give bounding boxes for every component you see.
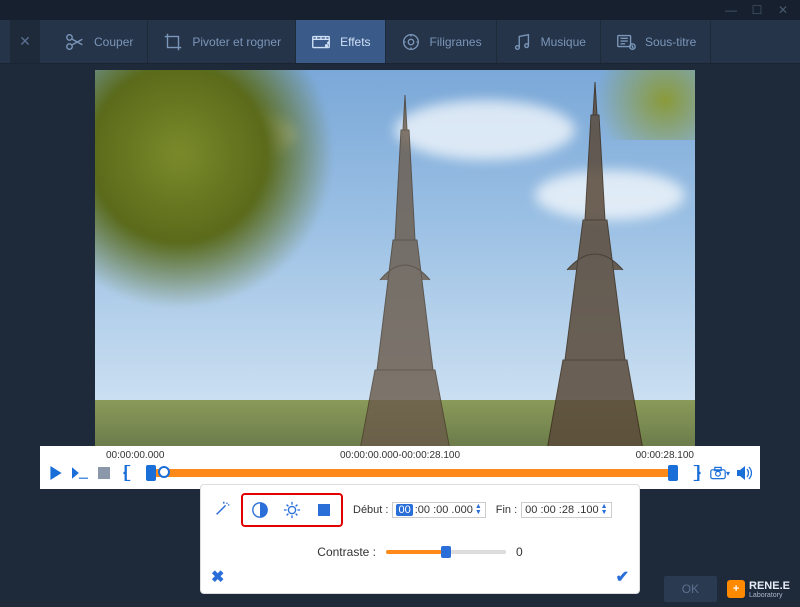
tab-soustitre[interactable]: Sous-titre (601, 20, 711, 63)
footer: OK + RENE.E Laboratory (664, 571, 800, 607)
debut-spinner[interactable]: ▲▼ (475, 504, 482, 516)
debut-hours: 00 (396, 504, 412, 516)
bracket-left-button[interactable] (118, 463, 138, 483)
fin-spinner[interactable]: ▲▼ (601, 504, 608, 516)
video-preview (95, 70, 695, 450)
sun-icon (283, 501, 301, 519)
square-icon (316, 502, 332, 518)
plus-icon: + (727, 580, 745, 598)
tab-effets[interactable]: Effets (296, 20, 385, 63)
bracket-right-button[interactable] (686, 463, 706, 483)
titlebar: — ☐ ✕ (0, 0, 800, 20)
contrast-value: 0 (516, 545, 523, 559)
brand-subtitle: Laboratory (749, 592, 790, 599)
skip-icon (72, 466, 88, 480)
rotate-crop-icon (162, 31, 184, 53)
brightness-mode-button[interactable] (281, 499, 303, 521)
slider-thumb[interactable] (441, 546, 451, 558)
tab-couper[interactable]: Couper (50, 20, 148, 63)
fin-label: Fin : (496, 504, 517, 516)
timeline-start-label: 00:00:00.000 (106, 450, 164, 461)
brand-logo: + RENE.E Laboratory (727, 580, 790, 599)
bracket-right-icon (691, 465, 701, 481)
timeline-end-label: 00:00:28.100 (636, 450, 694, 461)
timeline-track[interactable] (148, 469, 676, 477)
play-icon (49, 466, 63, 480)
tab-label: Couper (94, 35, 133, 49)
music-icon (511, 31, 533, 53)
close-window-button[interactable]: ✕ (772, 3, 794, 17)
timeline: 00:00:00.000 00:00:00.000-00:00:28.100 0… (40, 446, 760, 489)
snapshot-button[interactable]: ▾ (710, 463, 730, 483)
scissors-icon (64, 31, 86, 53)
stop-icon (98, 467, 110, 479)
tab-pivoter[interactable]: Pivoter et rogner (148, 20, 296, 63)
contrast-slider[interactable] (386, 550, 506, 554)
tab-label: Pivoter et rogner (192, 35, 281, 49)
panel-close-button[interactable]: ✕ (10, 20, 40, 63)
skip-button[interactable] (70, 463, 90, 483)
tab-label: Filigranes (430, 35, 482, 49)
brand-name: RENE.E (749, 580, 790, 592)
contrast-mode-button[interactable] (249, 499, 271, 521)
tab-filigranes[interactable]: Filigranes (386, 20, 497, 63)
camera-icon (710, 465, 726, 481)
tab-musique[interactable]: Musique (497, 20, 601, 63)
contrast-label: Contraste : (317, 545, 376, 559)
effect-mode-group (241, 493, 343, 527)
effects-icon (310, 31, 332, 53)
subtitle-icon (615, 31, 637, 53)
playhead[interactable] (158, 466, 170, 478)
ok-button[interactable]: OK (664, 576, 717, 602)
preview-content-icon (325, 90, 485, 450)
contrast-icon (251, 501, 269, 519)
main-toolbar: ✕ Couper Pivoter et rogner Effets Filigr… (0, 20, 800, 64)
debut-input[interactable]: 00:00 :00 .000 ▲▼ (392, 502, 485, 518)
magic-wand-button[interactable] (213, 500, 231, 521)
tab-label: Musique (541, 35, 586, 49)
crop-mode-button[interactable] (313, 499, 335, 521)
stop-button[interactable] (94, 463, 114, 483)
wand-icon (213, 500, 231, 518)
fin-input[interactable]: 00 :00 :28 .100 ▲▼ (521, 502, 611, 518)
cancel-button[interactable]: ✖ (211, 567, 224, 587)
tab-label: Effets (340, 35, 370, 49)
watermark-icon (400, 31, 422, 53)
confirm-button[interactable]: ✔ (616, 567, 629, 587)
play-button[interactable] (46, 463, 66, 483)
speaker-icon (736, 466, 752, 480)
tab-label: Sous-titre (645, 35, 696, 49)
timeline-range-label: 00:00:00.000-00:00:28.100 (340, 450, 460, 461)
minimize-button[interactable]: — (720, 3, 742, 17)
maximize-button[interactable]: ☐ (746, 3, 768, 17)
effects-panel: Début : 00:00 :00 .000 ▲▼ Fin : 00 :00 :… (200, 484, 640, 594)
volume-button[interactable] (734, 463, 754, 483)
debut-label: Début : (353, 504, 388, 516)
bracket-left-icon (123, 465, 133, 481)
